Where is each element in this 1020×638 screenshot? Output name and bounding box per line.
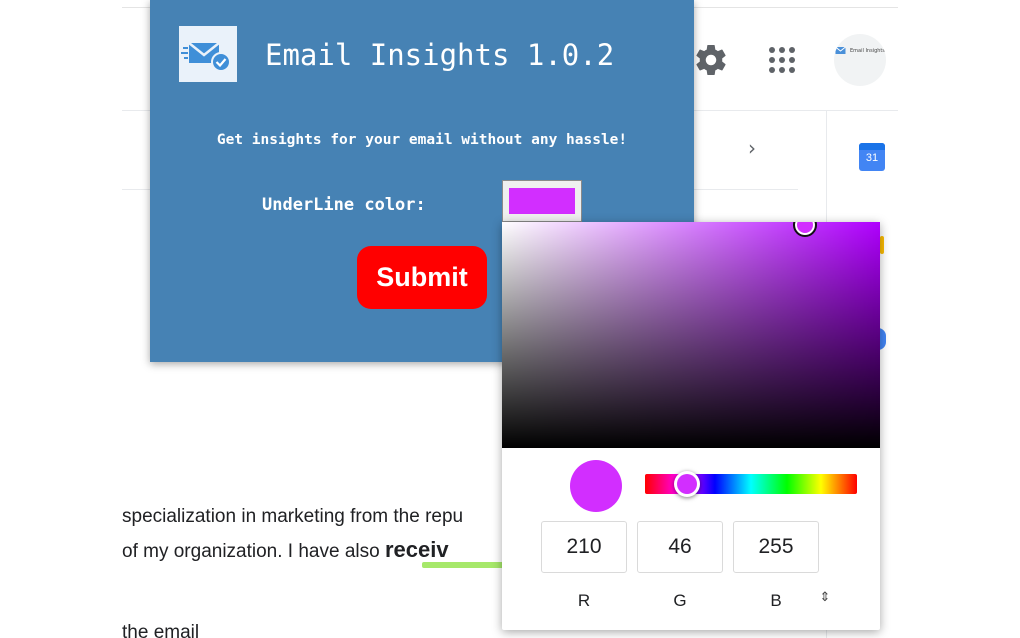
mail-check-icon xyxy=(179,26,237,82)
keep-icon[interactable] xyxy=(880,236,884,254)
underline-color-swatch[interactable] xyxy=(502,180,582,222)
apps-grid-icon[interactable] xyxy=(766,44,798,76)
email-body-line: specialization in marketing from the rep… xyxy=(122,506,464,527)
email-body-line: of my organization. I have also receiv xyxy=(122,537,449,563)
submit-button[interactable]: Submit xyxy=(357,246,487,309)
email-body-text: of my organization. I have also xyxy=(122,541,385,562)
underline-color-label: UnderLine color: xyxy=(262,195,426,215)
red-label: R xyxy=(577,591,591,610)
format-toggle-icon[interactable]: ⇕ xyxy=(818,590,832,612)
popup-subtitle: Get insights for your email without any … xyxy=(216,132,628,148)
email-body-line: the email xyxy=(122,622,200,638)
avatar-text: Email Insights xyxy=(849,48,885,54)
highlighted-keyword: receiv xyxy=(384,537,449,562)
blue-input[interactable] xyxy=(733,521,819,573)
blue-label: B xyxy=(770,591,782,610)
color-picker: R G B ⇕ xyxy=(502,222,880,630)
calendar-day: 31 xyxy=(865,152,879,164)
green-input[interactable] xyxy=(637,521,723,573)
green-label: G xyxy=(673,591,687,610)
gear-icon[interactable] xyxy=(693,42,729,78)
keyword-underline xyxy=(422,562,504,568)
popup-title: Email Insights 1.0.2 xyxy=(265,38,615,72)
color-preview xyxy=(570,460,622,512)
swatch-color xyxy=(509,188,575,214)
hue-slider-handle[interactable] xyxy=(674,471,700,497)
chevron-right-icon[interactable]: › xyxy=(748,136,756,160)
saturation-value-area[interactable] xyxy=(502,222,880,448)
avatar-mail-icon xyxy=(835,46,846,54)
calendar-icon[interactable]: 31 xyxy=(859,143,885,171)
red-input[interactable] xyxy=(541,521,627,573)
avatar[interactable]: Email Insights xyxy=(834,34,886,86)
